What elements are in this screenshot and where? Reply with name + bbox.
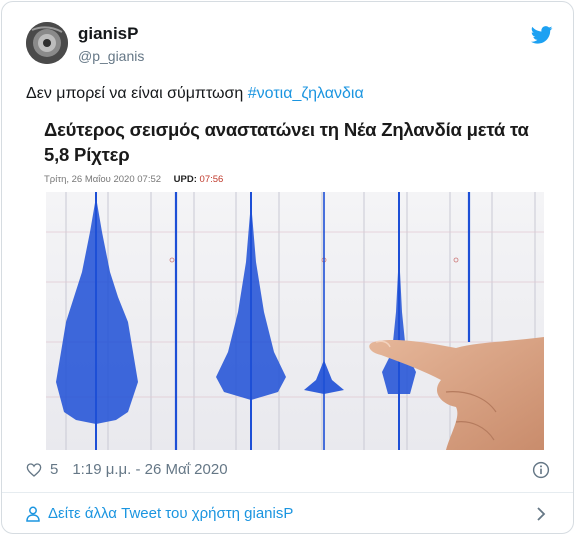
hashtag-link[interactable]: #νοτια_ζηλανδια [248, 85, 364, 102]
seismograph-photo [46, 192, 544, 450]
tweet-text: Δεν μπορεί να είναι σύμπτωση #νοτια_ζηλα… [26, 85, 364, 103]
article-date: Τρίτη, 26 Μαΐου 2020 07:52 [44, 174, 162, 185]
chevron-right-icon[interactable] [536, 506, 546, 522]
author-handle[interactable]: @p_gianis [78, 48, 144, 64]
avatar[interactable] [26, 22, 68, 64]
upd-time: 07:56 [199, 174, 224, 185]
twitter-bird-icon[interactable] [531, 26, 553, 44]
divider [2, 492, 573, 493]
more-tweets-label[interactable]: Δείτε άλλα Tweet του χρήστη gianisP [48, 505, 293, 522]
tweet-timestamp[interactable]: 1:19 μ.μ. - 26 Μαΐ 2020 [72, 461, 227, 478]
news-image[interactable]: Δεύτερος σεισμός αναστατώνει τη Νέα Ζηλα… [38, 114, 552, 450]
like-count[interactable]: 5 [50, 461, 58, 478]
tweet-meta: 5 1:19 μ.μ. - 26 Μαΐ 2020 [26, 461, 228, 478]
heart-icon[interactable] [26, 462, 42, 478]
article-headline: Δεύτερος σεισμός αναστατώνει τη Νέα Ζηλα… [44, 119, 529, 165]
author-name[interactable]: gianisP [78, 24, 138, 44]
article-dateline: Τρίτη, 26 Μαΐου 2020 07:52 UPD: 07:56 [44, 174, 223, 185]
info-icon[interactable] [532, 461, 550, 479]
person-icon [26, 506, 40, 522]
upd-label: UPD: [173, 174, 197, 185]
tweet-card: gianisP @p_gianis Δεν μπορεί να είναι σύ… [1, 1, 574, 534]
tweet-text-body: Δεν μπορεί να είναι σύμπτωση [26, 85, 248, 102]
more-tweets-link[interactable]: Δείτε άλλα Tweet του χρήστη gianisP [26, 505, 293, 522]
